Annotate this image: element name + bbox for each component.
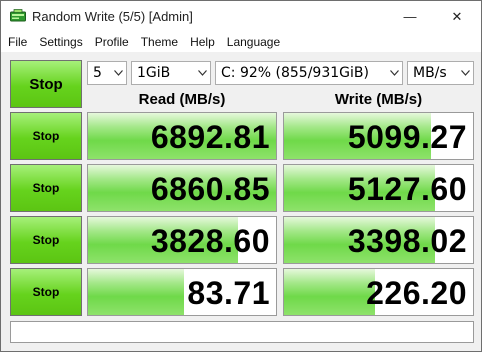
menu-file[interactable]: File xyxy=(1,32,32,52)
write-value-3: 3398.02 xyxy=(347,223,467,259)
chevron-down-icon xyxy=(386,62,402,84)
read-value-2: 6860.85 xyxy=(150,171,270,207)
menu-settings[interactable]: Settings xyxy=(32,32,87,52)
close-icon: ✕ xyxy=(451,8,463,24)
close-button[interactable]: ✕ xyxy=(433,1,481,32)
write-bar-4 xyxy=(284,269,375,315)
test-size-value: 1GiB xyxy=(137,65,171,81)
write-value-1: 5099.27 xyxy=(347,119,467,155)
stop-row-2-button[interactable]: Stop xyxy=(10,164,82,212)
comment-field[interactable] xyxy=(10,321,474,343)
write-value-4: 226.20 xyxy=(366,275,467,311)
write-header: Write (MB/s) xyxy=(334,91,423,108)
drive-value: C: 92% (855/931GiB) xyxy=(221,65,369,81)
read-value-4: 83.71 xyxy=(187,275,270,311)
unit-select[interactable]: MB/s xyxy=(407,61,474,85)
read-header: Read (MB/s) xyxy=(138,91,226,108)
write-meter-1: 5099.27 xyxy=(283,112,474,160)
read-value-1: 6892.81 xyxy=(150,119,270,155)
menu-profile[interactable]: Profile xyxy=(88,32,134,52)
menu-help[interactable]: Help xyxy=(183,32,220,52)
write-value-2: 5127.60 xyxy=(347,171,467,207)
menu-language[interactable]: Language xyxy=(220,32,285,52)
read-meter-2: 6860.85 xyxy=(87,164,277,212)
write-meter-3: 3398.02 xyxy=(283,216,474,264)
app-window: Random Write (5/5) [Admin] — ✕ File Sett… xyxy=(0,0,482,352)
read-bar-4 xyxy=(88,269,184,315)
read-meter-4: 83.71 xyxy=(87,268,277,316)
minimize-icon: — xyxy=(403,9,417,24)
write-meter-2: 5127.60 xyxy=(283,164,474,212)
read-meter-3: 3828.60 xyxy=(87,216,277,264)
write-meter-4: 226.20 xyxy=(283,268,474,316)
menu-bar: File Settings Profile Theme Help Languag… xyxy=(1,32,481,52)
stop-all-button[interactable]: Stop xyxy=(10,60,82,108)
drive-select[interactable]: C: 92% (855/931GiB) xyxy=(215,61,403,85)
stop-row-3-button[interactable]: Stop xyxy=(10,216,82,264)
test-count-value: 5 xyxy=(93,65,102,81)
read-meter-1: 6892.81 xyxy=(87,112,277,160)
stop-row-1-button[interactable]: Stop xyxy=(10,112,82,160)
title-bar: Random Write (5/5) [Admin] — ✕ xyxy=(1,1,481,32)
chevron-down-icon xyxy=(110,62,126,84)
test-size-select[interactable]: 1GiB xyxy=(131,61,211,85)
stop-row-4-button[interactable]: Stop xyxy=(10,268,82,316)
window-title: Random Write (5/5) [Admin] xyxy=(32,9,193,24)
menu-theme[interactable]: Theme xyxy=(134,32,183,52)
app-disk-icon xyxy=(10,9,26,22)
minimize-button[interactable]: — xyxy=(387,1,433,32)
chevron-down-icon xyxy=(457,62,473,84)
read-value-3: 3828.60 xyxy=(150,223,270,259)
test-count-select[interactable]: 5 xyxy=(87,61,127,85)
unit-value: MB/s xyxy=(413,65,447,81)
chevron-down-icon xyxy=(194,62,210,84)
